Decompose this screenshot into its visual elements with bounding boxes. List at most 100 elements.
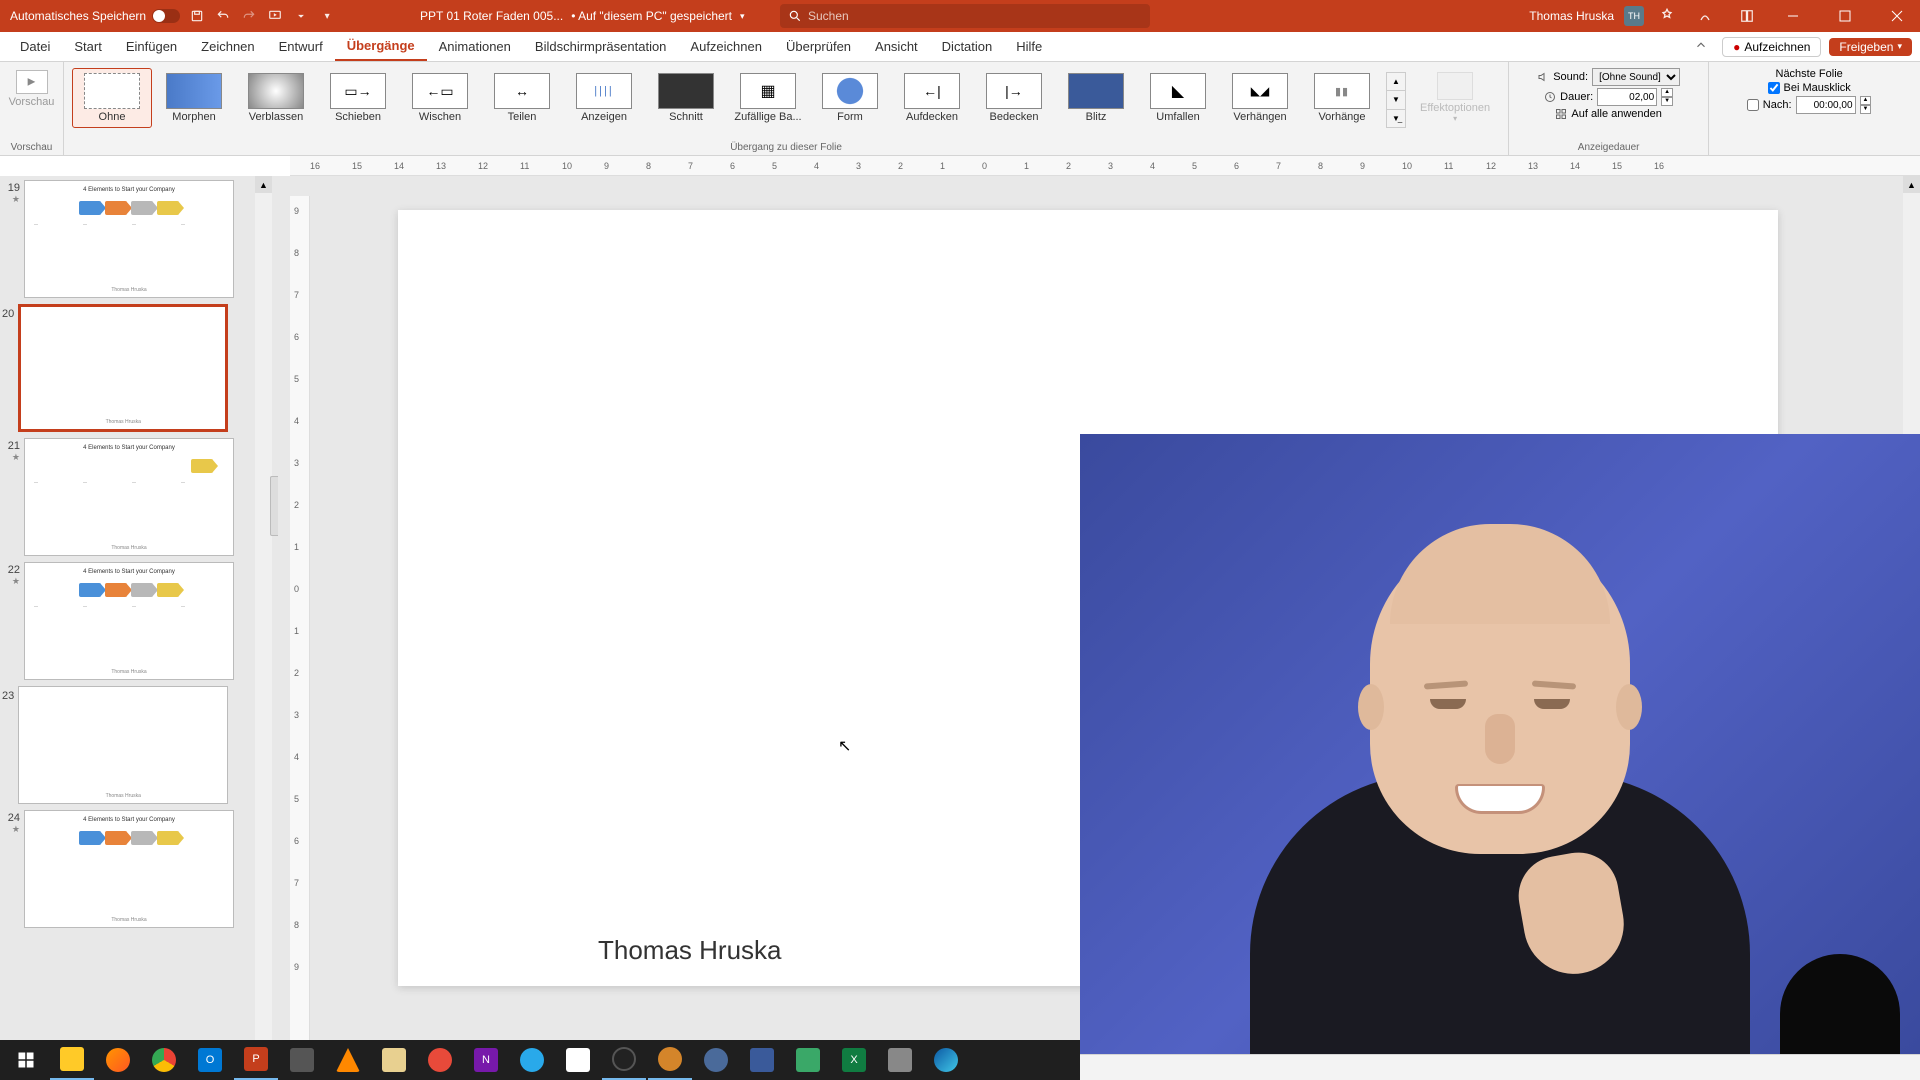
collapse-ribbon-icon[interactable] (1688, 38, 1714, 55)
taskbar-firefox[interactable] (96, 1040, 140, 1080)
tab-zeichnen[interactable]: Zeichnen (189, 32, 266, 61)
transition-teilen[interactable]: Teilen (482, 68, 562, 128)
taskbar-explorer[interactable] (50, 1040, 94, 1080)
nach-input[interactable] (1796, 96, 1856, 114)
thumbnail-23[interactable]: Thomas Hruska (18, 686, 228, 804)
sound-select[interactable]: [Ohne Sound] (1592, 68, 1680, 86)
tab-dictation[interactable]: Dictation (930, 32, 1005, 61)
qat-customize-icon[interactable]: ▾ (318, 7, 336, 25)
taskbar-telegram[interactable] (510, 1040, 554, 1080)
gallery-expand-icon[interactable]: ▼̲ (1387, 110, 1405, 127)
transition-ohne[interactable]: Ohne (72, 68, 152, 128)
coming-soon-icon[interactable] (1650, 7, 1684, 25)
thumbs-scroll-track[interactable] (255, 193, 272, 1057)
start-menu-button[interactable] (4, 1040, 48, 1080)
minimize-button[interactable] (1770, 0, 1816, 32)
gallery-down-icon[interactable]: ▼ (1387, 91, 1405, 109)
tab-hilfe[interactable]: Hilfe (1004, 32, 1054, 61)
redo-icon[interactable] (240, 7, 258, 25)
tab-entwurf[interactable]: Entwurf (267, 32, 335, 61)
transition-blitz[interactable]: Blitz (1056, 68, 1136, 128)
taskbar-app5[interactable] (648, 1040, 692, 1080)
autosave-toggle[interactable]: Automatisches Speichern (10, 9, 180, 23)
transition-form[interactable]: Form (810, 68, 890, 128)
nach-spinner[interactable]: ▲▼ (1860, 96, 1872, 114)
powerpoint-icon: P (244, 1047, 268, 1071)
thumbs-scroll-up-icon[interactable]: ▲ (255, 176, 272, 193)
save-location[interactable]: • Auf "diesem PC" gespeichert (571, 9, 732, 23)
taskbar-edge[interactable] (924, 1040, 968, 1080)
title-dropdown-icon[interactable]: ▾ (740, 11, 745, 22)
thumbnail-24[interactable]: 4 Elements to Start your Company Thomas … (24, 810, 234, 928)
transition-schieben[interactable]: Schieben (318, 68, 398, 128)
taskbar-app2[interactable] (372, 1040, 416, 1080)
transition-umfallen[interactable]: Umfallen (1138, 68, 1218, 128)
thumbnail-21[interactable]: 4 Elements to Start your Company ———— Th… (24, 438, 234, 556)
user-avatar[interactable]: TH (1624, 6, 1644, 26)
gallery-up-icon[interactable]: ▲ (1387, 73, 1405, 91)
taskbar-app6[interactable] (694, 1040, 738, 1080)
qat-more-icon[interactable] (292, 7, 310, 25)
thumbnail-22[interactable]: 4 Elements to Start your Company ———— Th… (24, 562, 234, 680)
search-input[interactable] (808, 9, 1142, 23)
mouseclick-checkbox[interactable] (1768, 82, 1780, 94)
transition-verhaengen[interactable]: Verhängen (1220, 68, 1300, 128)
tab-uebergaenge[interactable]: Übergänge (335, 32, 427, 61)
search-box[interactable] (780, 4, 1150, 28)
taskbar-excel[interactable]: X (832, 1040, 876, 1080)
transition-blitz-icon (1068, 73, 1124, 109)
taskbar-app7[interactable] (740, 1040, 784, 1080)
transition-morphen[interactable]: Morphen (154, 68, 234, 128)
share-button[interactable]: Freigeben▾ (1829, 38, 1912, 56)
dauer-input[interactable] (1597, 88, 1657, 106)
vorschau-button[interactable]: Vorschau (5, 66, 59, 112)
save-icon[interactable] (188, 7, 206, 25)
tab-aufzeichnen[interactable]: Aufzeichnen (678, 32, 774, 61)
tab-start[interactable]: Start (62, 32, 113, 61)
transition-wischen[interactable]: Wischen (400, 68, 480, 128)
thumbnail-19[interactable]: 4 Elements to Start your Company ———— Th… (24, 180, 234, 298)
tab-datei[interactable]: Datei (8, 32, 62, 61)
user-name[interactable]: Thomas Hruska (1529, 9, 1618, 23)
present-from-start-icon[interactable] (266, 7, 284, 25)
canvas-scroll-up-icon[interactable]: ▲ (1903, 176, 1920, 193)
taskbar-app3[interactable] (418, 1040, 462, 1080)
transition-aufdecken[interactable]: Aufdecken (892, 68, 972, 128)
autosave-switch[interactable] (152, 9, 180, 23)
tab-bildschirmpraesentation[interactable]: Bildschirmpräsentation (523, 32, 679, 61)
taskbar-powerpoint[interactable]: P (234, 1040, 278, 1080)
close-button[interactable] (1874, 0, 1920, 32)
tab-einfuegen[interactable]: Einfügen (114, 32, 189, 61)
maximize-button[interactable] (1822, 0, 1868, 32)
ink-icon[interactable] (1690, 7, 1724, 25)
taskbar-onenote[interactable]: N (464, 1040, 508, 1080)
tab-animationen[interactable]: Animationen (427, 32, 523, 61)
tab-ansicht[interactable]: Ansicht (863, 32, 930, 61)
nach-checkbox[interactable] (1747, 99, 1759, 111)
taskbar-app9[interactable] (878, 1040, 922, 1080)
transition-anzeigen[interactable]: Anzeigen (564, 68, 644, 128)
transition-schnitt[interactable]: Schnitt (646, 68, 726, 128)
transition-vorhaenge[interactable]: Vorhänge (1302, 68, 1382, 128)
thumbnail-20[interactable]: Thomas Hruska (18, 304, 228, 432)
taskbar-outlook[interactable]: O (188, 1040, 232, 1080)
transition-wischen-label: Wischen (419, 111, 461, 123)
taskbar-obs[interactable] (602, 1040, 646, 1080)
tab-ueberpruefen[interactable]: Überprüfen (774, 32, 863, 61)
undo-icon[interactable] (214, 7, 232, 25)
thumbnail-panel[interactable]: 19 ★ 4 Elements to Start your Company ——… (0, 176, 272, 1074)
window-layout-icon[interactable] (1730, 7, 1764, 25)
mouseclick-row[interactable]: Bei Mausklick (1768, 82, 1851, 94)
transition-verblassen[interactable]: Verblassen (236, 68, 316, 128)
thumbs-scrollbar[interactable]: ▲ ▼ (255, 176, 272, 1074)
taskbar-app4[interactable] (556, 1040, 600, 1080)
dauer-spinner[interactable]: ▲▼ (1661, 88, 1673, 106)
apply-all-row[interactable]: Auf alle anwenden (1555, 108, 1662, 120)
record-button[interactable]: ●Aufzeichnen (1722, 37, 1821, 57)
taskbar-app1[interactable] (280, 1040, 324, 1080)
transition-zufaellige[interactable]: Zufällige Ba... (728, 68, 808, 128)
taskbar-app8[interactable] (786, 1040, 830, 1080)
taskbar-vlc[interactable] (326, 1040, 370, 1080)
transition-bedecken[interactable]: Bedecken (974, 68, 1054, 128)
taskbar-chrome[interactable] (142, 1040, 186, 1080)
